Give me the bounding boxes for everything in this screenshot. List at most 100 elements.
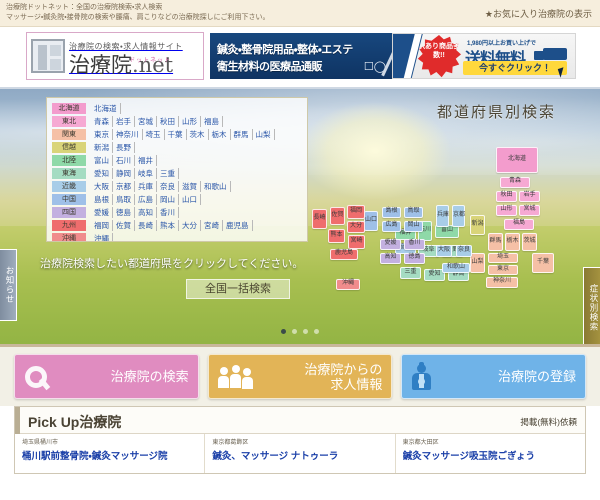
map-prefecture-chugoku[interactable]: 岡山 [404,221,423,232]
pickup-item[interactable]: 東京都葛飾区 鍼灸、マッサージ ナトゥーラ [205,434,396,473]
prefecture-link[interactable]: 滋賀 [179,180,201,192]
region-label[interactable]: 中国 [52,193,86,205]
map-prefecture-kanto[interactable]: 神奈川 [486,277,518,288]
map-prefecture-kinki[interactable]: 大阪 [436,245,452,257]
map-prefecture-kanto[interactable]: 茨城 [522,233,537,251]
carousel-dots[interactable] [0,321,600,339]
map-prefecture-tohoku[interactable]: 宮城 [519,205,540,216]
prefecture-link[interactable]: 栃木 [209,128,231,140]
prefecture-link[interactable]: 鳥取 [113,193,135,205]
prefecture-link[interactable]: 岡山 [157,193,179,205]
prefecture-link[interactable]: 神奈川 [113,128,143,140]
map-prefecture-shikoku[interactable]: 香川 [404,239,425,250]
region-label[interactable]: 近畿 [52,180,86,192]
prefecture-link[interactable]: 山形 [179,115,201,127]
region-label[interactable]: 東北 [52,115,86,127]
prefecture-link[interactable]: 長崎 [135,219,157,231]
map-prefecture-chugoku[interactable]: 島根 [382,207,401,218]
shipping-cta-button[interactable]: 今すぐクリック！ [463,61,567,75]
prefecture-link[interactable]: 兵庫 [135,180,157,192]
prefecture-link[interactable]: 大阪 [91,180,113,192]
prefecture-link[interactable]: 愛媛 [91,206,113,218]
prefecture-link[interactable]: 香川 [157,206,179,218]
region-label[interactable]: 九州 [52,219,86,231]
pickup-item-name[interactable]: 鍼灸マッサージ吸玉院ごぎょう [403,448,578,462]
prefecture-link[interactable]: 東京 [91,128,113,140]
map-prefecture-kyushu[interactable]: 佐賀 [330,207,345,225]
map-prefecture-kyushu[interactable]: 宮崎 [348,235,365,249]
prefecture-link[interactable]: 愛知 [91,167,113,179]
prefecture-link[interactable]: 北海道 [91,102,121,114]
map-prefecture-tohoku[interactable]: 岩手 [519,191,540,202]
region-label[interactable]: 北陸 [52,154,86,166]
region-label[interactable]: 東海 [52,167,86,179]
prefecture-link[interactable]: 福井 [135,154,157,166]
site-logo[interactable]: 治療院の検索・求人情報サイト 治療院.net ドットネット [26,32,204,80]
map-prefecture-kanto[interactable]: 埼玉 [488,253,518,263]
action-button-1[interactable]: 治療院の検索 [14,354,199,399]
prefecture-link[interactable]: 宮城 [135,115,157,127]
prefecture-link[interactable]: 宮崎 [201,219,223,231]
map-prefecture-kyushu[interactable]: 鹿児島 [330,249,358,260]
prefecture-link[interactable]: 広島 [135,193,157,205]
prefecture-link[interactable]: 埼玉 [143,128,165,140]
carousel-dot[interactable] [292,329,297,334]
favorite-clinics-link[interactable]: ★お気に入り治療院の表示 [485,7,592,20]
prefecture-link[interactable]: 岩手 [113,115,135,127]
carousel-dot[interactable] [303,329,308,334]
map-prefecture-kinki[interactable]: 京都 [452,205,465,227]
sidetab-notices[interactable]: お知らせ [0,249,17,321]
map-prefecture-kyushu[interactable]: 大分 [347,221,365,233]
action-button-2[interactable]: 治療院からの 求人情報 [207,354,393,399]
prefecture-link[interactable]: 奈良 [157,180,179,192]
map-prefecture-kanto[interactable]: 栃木 [505,233,520,251]
prefecture-link[interactable]: 佐賀 [113,219,135,231]
nationwide-search-button[interactable]: 全国一括検索 [186,279,290,299]
prefecture-link[interactable]: 新潟 [91,141,113,153]
prefecture-link[interactable]: 岐阜 [135,167,157,179]
prefecture-link[interactable]: 秋田 [157,115,179,127]
map-prefecture-kinki[interactable]: 奈良 [456,245,472,257]
pickup-item-name[interactable]: 鍼灸、マッサージ ナトゥーラ [212,448,387,462]
prefecture-link[interactable]: 山梨 [253,128,275,140]
map-prefecture-shikoku[interactable]: 愛媛 [380,239,401,250]
region-label[interactable]: 北海道 [52,102,86,114]
banner-free-shipping[interactable]: 訳あり商品多数!! 1,980円以上お買い上げで 送料無料 今すぐクリック！ [392,33,576,79]
prefecture-link[interactable]: 長野 [113,141,135,153]
pickup-request-link[interactable]: 掲載(無料)依頼 [520,416,577,428]
map-prefecture-tohoku[interactable]: 福島 [504,219,534,230]
prefecture-link[interactable]: 三重 [157,167,179,179]
map-prefecture-kanto[interactable]: 千葉 [532,253,554,273]
map-prefecture-tohoku[interactable]: 山形 [496,205,517,216]
prefecture-link[interactable]: 山口 [179,193,201,205]
region-label[interactable]: 関東 [52,128,86,140]
prefecture-link[interactable]: 福岡 [91,219,113,231]
map-prefecture-kyushu[interactable]: 長崎 [312,209,327,229]
map-prefecture-kanto[interactable]: 群馬 [488,233,503,251]
map-prefecture-tohoku[interactable]: 青森 [500,177,530,188]
pickup-item[interactable]: 埼玉県桶川市 桶川駅前整骨院・鍼灸マッサージ院 [15,434,206,473]
carousel-dot[interactable] [281,329,286,334]
map-prefecture-hokkaido[interactable]: 北海道 [496,147,538,173]
prefecture-link[interactable]: 茨木 [187,128,209,140]
prefecture-link[interactable]: 群馬 [231,128,253,140]
prefecture-link[interactable]: 石川 [113,154,135,166]
prefecture-link[interactable]: 福島 [201,115,223,127]
map-prefecture-chugoku[interactable]: 広島 [382,221,401,232]
region-label[interactable]: 信越 [52,141,86,153]
prefecture-link[interactable]: 京都 [113,180,135,192]
prefecture-link[interactable]: 大分 [179,219,201,231]
prefecture-link[interactable]: 島根 [91,193,113,205]
prefecture-link[interactable]: 千葉 [165,128,187,140]
prefecture-link[interactable]: 青森 [91,115,113,127]
prefecture-link[interactable]: 静岡 [113,167,135,179]
prefecture-link[interactable]: 高知 [135,206,157,218]
prefecture-link[interactable]: 熊本 [157,219,179,231]
carousel-dot[interactable] [314,329,319,334]
region-label[interactable]: 沖縄 [52,232,86,241]
map-prefecture-okinawa[interactable]: 沖縄 [336,279,360,290]
map-prefecture-tokai[interactable]: 三重 [400,267,421,279]
map-prefecture-shinetsu[interactable]: 新潟 [470,215,485,235]
map-prefecture-shikoku[interactable]: 高知 [380,253,401,264]
map-prefecture-kyushu[interactable]: 熊本 [328,229,345,243]
